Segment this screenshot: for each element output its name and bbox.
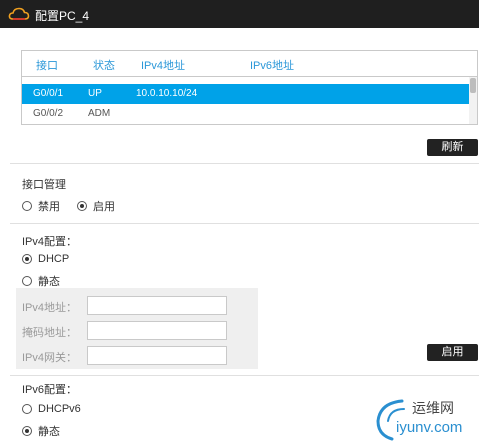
radio-label: 启用 [93,201,115,213]
interface-mgmt-title: 接口管理 [22,179,66,191]
ipv6-config-title: IPv6配置： [22,384,78,396]
cell-status: UP [88,88,102,99]
subnet-mask-input[interactable] [87,321,227,340]
cell-status: ADM [88,108,111,119]
ipv4-gateway-label: IPv4网关： [22,352,78,364]
divider [10,223,479,224]
watermark-text: 运维网 [412,400,454,416]
radio-disable[interactable]: 禁用 [22,198,60,214]
scrollbar-thumb[interactable] [470,78,476,93]
ipv4-gateway-input[interactable] [87,346,227,365]
radio-label: 静态 [38,276,60,288]
table-scrollbar[interactable] [469,77,477,124]
window-title: 配置PC_4 [35,9,90,23]
ipv4-address-label: IPv4地址： [22,302,78,314]
table-row[interactable]: G0/0/1 UP 10.0.10.10/24 [22,84,471,104]
cell-ipv4: 10.0.10.10/24 [136,88,198,99]
subnet-mask-label: 掩码地址： [22,327,77,339]
radio-label: DHCP [38,253,70,265]
table-row[interactable]: G0/0/2 ADM [22,104,471,124]
radio-enable[interactable]: 启用 [77,198,115,214]
cell-interface: G0/0/2 [33,108,64,119]
ipv4-static-fields: IPv4地址： 掩码地址： IPv4网关： [16,288,258,369]
radio-button[interactable] [22,276,32,286]
radio-label: DHCPv6 [38,403,81,415]
column-header-ipv6: IPv6地址 [250,60,295,72]
refresh-button[interactable]: 刷新 [427,139,478,156]
divider [10,375,479,376]
radio-ipv6-static[interactable]: 静态 [22,423,60,439]
radio-button[interactable] [22,404,32,414]
column-header-status: 状态 [93,60,115,72]
divider [10,163,479,164]
radio-button[interactable] [77,201,87,211]
radio-label: 静态 [38,426,60,438]
radio-label: 禁用 [38,201,60,213]
title-bar: 配置PC_4 [0,0,479,28]
interface-table: 接口 状态 IPv4地址 IPv6地址 G0/0/1 UP 10.0.10.10… [21,50,478,125]
watermark: 运维网 iyunv.com [372,395,478,443]
ipv4-address-input[interactable] [87,296,227,315]
column-header-ipv4: IPv4地址 [141,60,186,72]
column-header-interface: 接口 [36,60,58,72]
radio-button[interactable] [22,426,32,436]
apply-button[interactable]: 启用 [427,344,478,361]
cloud-logo-icon [8,7,30,20]
ipv4-config-title: IPv4配置： [22,236,78,248]
radio-button[interactable] [22,254,32,264]
radio-ipv6-dhcpv6[interactable]: DHCPv6 [22,403,81,415]
watermark-url: iyunv.com [396,419,463,436]
radio-ipv4-dhcp[interactable]: DHCP [22,253,69,265]
radio-button[interactable] [22,201,32,211]
radio-ipv4-static[interactable]: 静态 [22,273,60,289]
table-header: 接口 状态 IPv4地址 IPv6地址 [22,51,477,77]
cell-interface: G0/0/1 [33,88,64,99]
